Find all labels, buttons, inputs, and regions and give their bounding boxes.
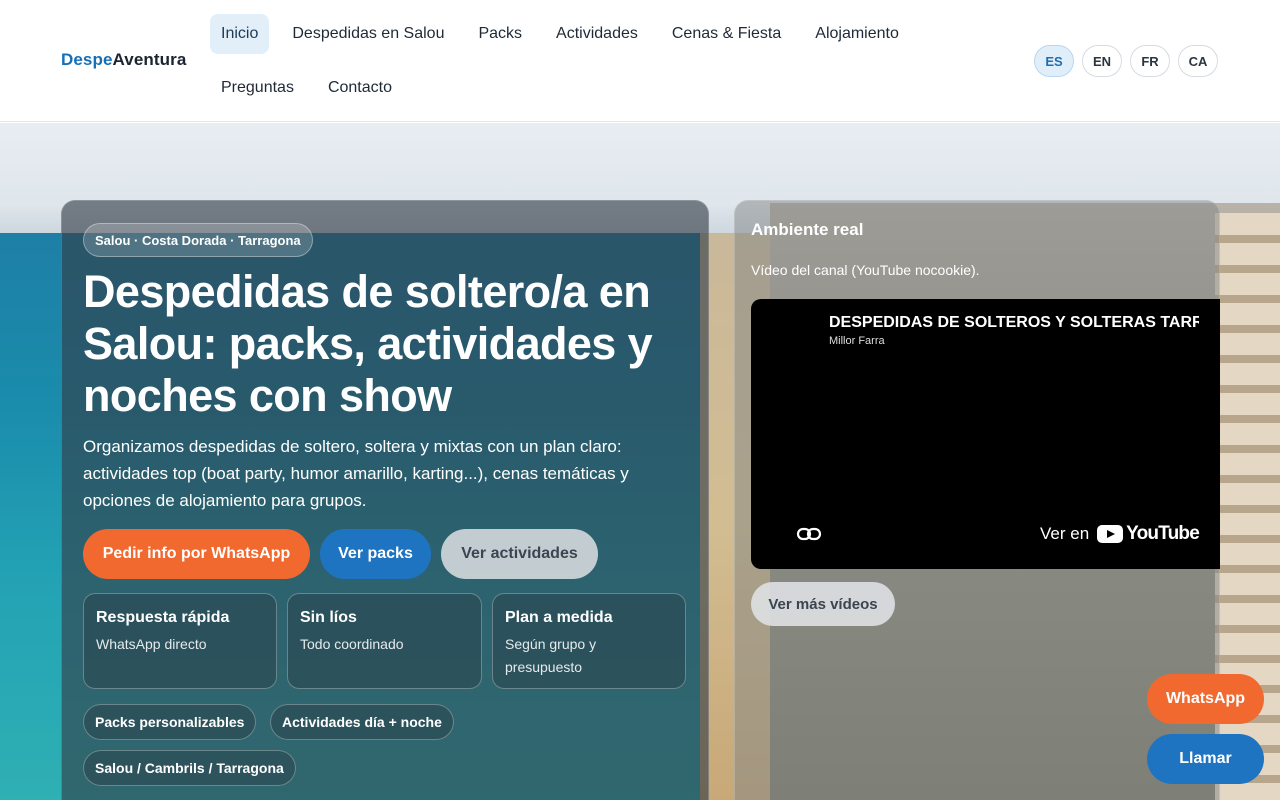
video-title[interactable]: DESPEDIDAS DE SOLTEROS Y SOLTERAS TARRAG… xyxy=(829,314,1199,332)
nav-item-contacto[interactable]: Contacto xyxy=(317,68,403,108)
view-activities-button[interactable]: Ver actividades xyxy=(441,529,598,579)
brand-logo-part1: Despe xyxy=(61,50,113,69)
lang-button-fr[interactable]: FR xyxy=(1130,45,1170,77)
lang-button-en[interactable]: EN xyxy=(1082,45,1122,77)
watch-on-label: Ver en xyxy=(1040,524,1090,543)
feature-title: Plan a medida xyxy=(505,609,613,626)
video-section-subtitle: Vídeo del canal (YouTube nocookie). xyxy=(751,262,980,278)
location-pill: Salou · Costa Dorada · Tarragona xyxy=(83,223,313,257)
language-switcher: ES EN FR CA xyxy=(1034,45,1218,77)
hero-description: Organizamos despedidas de soltero, solte… xyxy=(83,437,629,510)
feature-card-no-hassle: Sin líos Todo coordinado xyxy=(287,593,482,689)
nav-item-packs[interactable]: Packs xyxy=(467,14,533,54)
youtube-embed[interactable]: DESPEDIDAS DE SOLTEROS Y SOLTERAS TARRAG… xyxy=(751,299,1220,569)
view-packs-button[interactable]: Ver packs xyxy=(320,529,431,579)
video-section-title: Ambiente real xyxy=(751,220,864,239)
lang-button-ca[interactable]: CA xyxy=(1178,45,1218,77)
feature-title: Respuesta rápida xyxy=(96,609,230,626)
floating-whatsapp-button[interactable]: WhatsApp xyxy=(1147,674,1264,724)
feature-title: Sin líos xyxy=(300,609,357,626)
video-channel-name[interactable]: Millor Farra xyxy=(829,335,885,347)
tag-custom-packs: Packs personalizables xyxy=(83,704,257,740)
youtube-wordmark: YouTube xyxy=(1126,523,1200,544)
nav-item-alojamiento[interactable]: Alojamiento xyxy=(804,14,910,54)
nav-row-2: Preguntas Contacto xyxy=(210,68,970,108)
copy-link-icon[interactable] xyxy=(796,524,822,544)
feature-card-fast-response: Respuesta rápida WhatsApp directo xyxy=(83,593,277,689)
tag-locations: Salou / Cambrils / Tarragona xyxy=(83,750,296,786)
nav-item-despedidas-en-salou[interactable]: Despedidas en Salou xyxy=(281,14,455,54)
feature-card-custom-plan: Plan a medida Según grupo y presupuesto xyxy=(492,593,686,689)
watch-on-youtube-link[interactable]: Ver en YouTube xyxy=(1040,523,1200,545)
hero-title: Despedidas de soltero/a en Salou: packs,… xyxy=(83,266,653,421)
site-header: DespeAventura Inicio Despedidas en Salou… xyxy=(0,0,1280,122)
whatsapp-info-button[interactable]: Pedir info por WhatsApp xyxy=(83,529,310,579)
feature-subtitle: Todo coordinado xyxy=(300,636,404,652)
tag-day-night-activities: Actividades día + noche xyxy=(270,704,454,740)
feature-subtitle: Según grupo y presupuesto xyxy=(505,636,597,675)
brand-logo-part2: Aventura xyxy=(112,50,187,69)
nav-item-actividades[interactable]: Actividades xyxy=(545,14,649,54)
youtube-play-icon xyxy=(1097,525,1124,543)
nav-item-preguntas[interactable]: Preguntas xyxy=(210,68,305,108)
nav-item-inicio[interactable]: Inicio xyxy=(210,14,270,54)
floating-call-button[interactable]: Llamar xyxy=(1147,734,1264,784)
more-videos-button[interactable]: Ver más vídeos xyxy=(751,582,895,626)
main-nav: Inicio Despedidas en Salou Packs Activid… xyxy=(210,14,970,108)
youtube-logo: YouTube xyxy=(1097,523,1200,545)
feature-subtitle: WhatsApp directo xyxy=(96,636,207,652)
brand-logo[interactable]: DespeAventura xyxy=(61,50,186,70)
nav-item-cenas-fiesta[interactable]: Cenas & Fiesta xyxy=(661,14,792,54)
nav-row-1: Inicio Despedidas en Salou Packs Activid… xyxy=(210,14,970,54)
lang-button-es[interactable]: ES xyxy=(1034,45,1074,77)
